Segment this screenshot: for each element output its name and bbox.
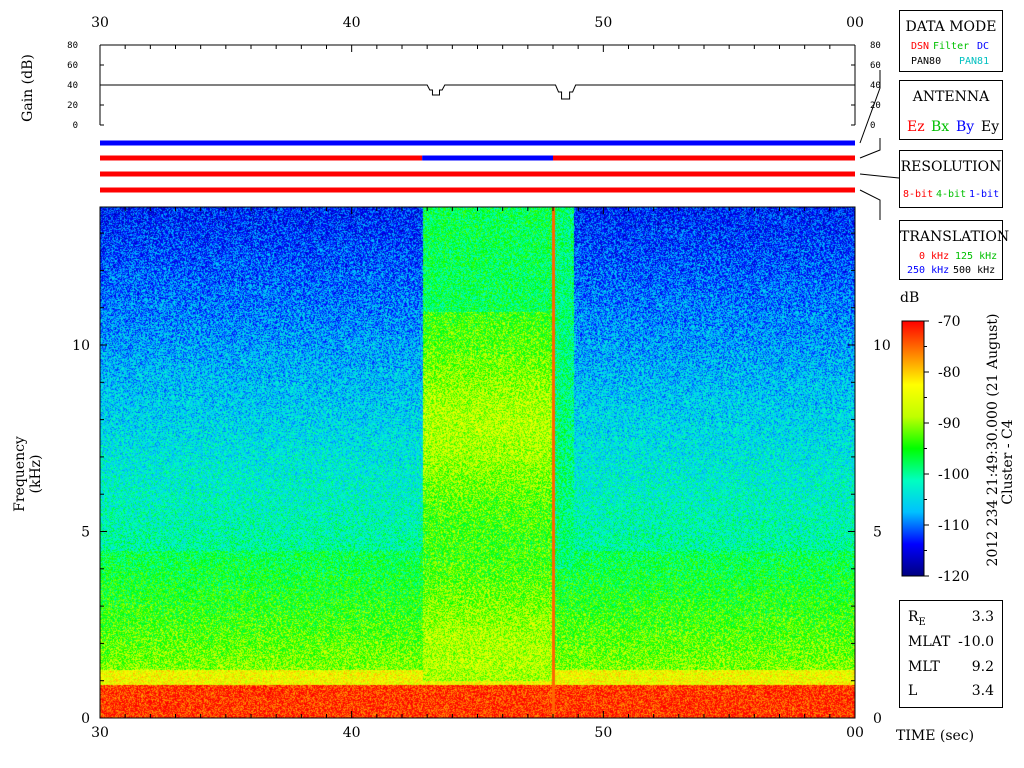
ephemeris-row-mlat: MLAT -10.0 bbox=[908, 634, 994, 656]
colorbar-tick-label: -80 bbox=[938, 365, 961, 381]
gain-tick-label-right: 60 bbox=[870, 61, 881, 71]
colorbar-tick-label: -120 bbox=[938, 569, 969, 585]
data-mode-pan80: PAN80 bbox=[911, 56, 942, 67]
gain-tick-label-right: 20 bbox=[870, 101, 881, 111]
translation-500khz: 500 kHz bbox=[953, 265, 996, 276]
x-tick-label-bottom: 00 bbox=[846, 725, 864, 741]
legend-connector bbox=[859, 173, 900, 179]
data-mode-dc: DC bbox=[977, 41, 990, 52]
x-tick-label-bottom: 30 bbox=[91, 725, 109, 741]
resolution-1bit: 1-bit bbox=[969, 189, 1000, 200]
data-mode-pan81: PAN81 bbox=[959, 56, 990, 67]
y-tick-label-left: 10 bbox=[72, 338, 90, 354]
x-axis-label: TIME (sec) bbox=[896, 728, 975, 744]
translation-250khz: 250 kHz bbox=[907, 265, 950, 276]
x-tick-label-top: 40 bbox=[343, 15, 361, 31]
status-bar-resolution bbox=[100, 171, 855, 177]
resolution-4bit: 4-bit bbox=[936, 189, 967, 200]
status-bar-data-mode bbox=[100, 140, 855, 146]
gain-tick-label-left: 40 bbox=[67, 81, 78, 91]
gain-tick-label-right: 80 bbox=[870, 41, 881, 51]
resolution-8bit: 8-bit bbox=[903, 189, 934, 200]
ephemeris-row-l: L 3.4 bbox=[908, 683, 994, 705]
x-tick-label-bottom: 40 bbox=[343, 725, 361, 741]
y-tick-label-left: 0 bbox=[81, 711, 90, 727]
antenna-by: By bbox=[956, 119, 975, 135]
antenna-ez: Ez bbox=[907, 119, 925, 135]
colorbar-tick-label: -70 bbox=[938, 314, 961, 330]
ephemeris-row-mlt: MLT 9.2 bbox=[908, 659, 994, 681]
spectrogram-figure: 30304040505000000 05 510 100 020 2040 4060 6080… bbox=[67, 15, 969, 741]
gain-axis-label: Gain (dB) bbox=[20, 54, 36, 122]
colorbar-tick-label: -100 bbox=[938, 467, 969, 483]
y-tick-label-right: 10 bbox=[873, 338, 891, 354]
gain-tick-label-left: 60 bbox=[67, 61, 78, 71]
translation-0khz: 0 kHz bbox=[919, 251, 950, 262]
x-tick-label-bottom: 50 bbox=[594, 725, 612, 741]
ephemeris-key: MLT bbox=[908, 659, 940, 675]
status-bar-antenna bbox=[100, 155, 423, 161]
data-mode-title: DATA MODE bbox=[905, 19, 997, 35]
colorbar-tick-label: -110 bbox=[938, 518, 969, 534]
data-mode-filter: Filter bbox=[933, 41, 970, 52]
y-axis-label: Frequency (kHz) bbox=[12, 436, 44, 512]
ephemeris-value: -10.0 bbox=[958, 634, 994, 650]
y-tick-label-right: 0 bbox=[873, 711, 882, 727]
ephemeris-key: R bbox=[908, 609, 919, 625]
ephemeris-key: MLAT bbox=[908, 634, 951, 650]
spacecraft-label: Cluster - C4 bbox=[1000, 419, 1016, 505]
ephemeris-key: L bbox=[908, 683, 918, 699]
gain-tick-label-left: 80 bbox=[67, 41, 78, 51]
ephemeris-value: 3.3 bbox=[971, 609, 994, 625]
data-mode-legend: DATA MODE DSN Filter DC PAN80 PAN81 bbox=[899, 10, 1003, 72]
x-tick-label-top: 50 bbox=[594, 15, 612, 31]
resolution-legend: RESOLUTION 8-bit 4-bit 1-bit bbox=[899, 150, 1003, 208]
legend-connector bbox=[859, 138, 881, 159]
antenna-title: ANTENNA bbox=[912, 89, 990, 105]
translation-title: TRANSLATION bbox=[900, 229, 1010, 245]
gain-tick-label-left: 0 bbox=[73, 121, 78, 131]
data-mode-dsn: DSN bbox=[911, 41, 930, 52]
status-bar-translation bbox=[100, 187, 855, 193]
ephemeris-value: 3.4 bbox=[971, 683, 994, 699]
colorbar bbox=[901, 320, 925, 577]
x-tick-label-top: 00 bbox=[846, 15, 864, 31]
resolution-title: RESOLUTION bbox=[900, 159, 1002, 175]
x-tick-label-top: 30 bbox=[91, 15, 109, 31]
gain-tick-label-right: 0 bbox=[870, 121, 875, 131]
antenna-legend: ANTENNA Ez Bx By Ey bbox=[899, 80, 1003, 140]
y-tick-label-left: 5 bbox=[81, 525, 90, 541]
gain-tick-label-left: 20 bbox=[67, 101, 78, 111]
ephemeris-row-re: RE 3.3 bbox=[908, 609, 994, 631]
translation-legend: TRANSLATION 0 kHz 125 kHz 250 kHz 500 kH… bbox=[899, 220, 1010, 280]
antenna-bx: Bx bbox=[931, 119, 950, 135]
colorbar-tick-label: -90 bbox=[938, 416, 961, 432]
ephemeris-box: RE 3.3 MLAT -10.0 MLT 9.2 L 3.4 bbox=[899, 600, 1003, 708]
gain-trace bbox=[100, 84, 855, 100]
translation-125khz: 125 kHz bbox=[955, 251, 998, 262]
status-bar-antenna bbox=[422, 155, 553, 161]
colorbar-label: dB bbox=[900, 290, 920, 306]
status-bar-antenna bbox=[553, 155, 855, 161]
spectrogram-image bbox=[100, 207, 855, 718]
spectrogram-raster bbox=[100, 207, 855, 718]
timestamp-label: 2012 234 21:49:30.000 (21 August) bbox=[985, 313, 1001, 567]
y-tick-label-right: 5 bbox=[873, 525, 882, 541]
antenna-ey: Ey bbox=[981, 119, 1000, 135]
legend-connector bbox=[859, 189, 881, 220]
ephemeris-key-sub: E bbox=[918, 616, 926, 628]
ephemeris-value: 9.2 bbox=[971, 659, 994, 675]
